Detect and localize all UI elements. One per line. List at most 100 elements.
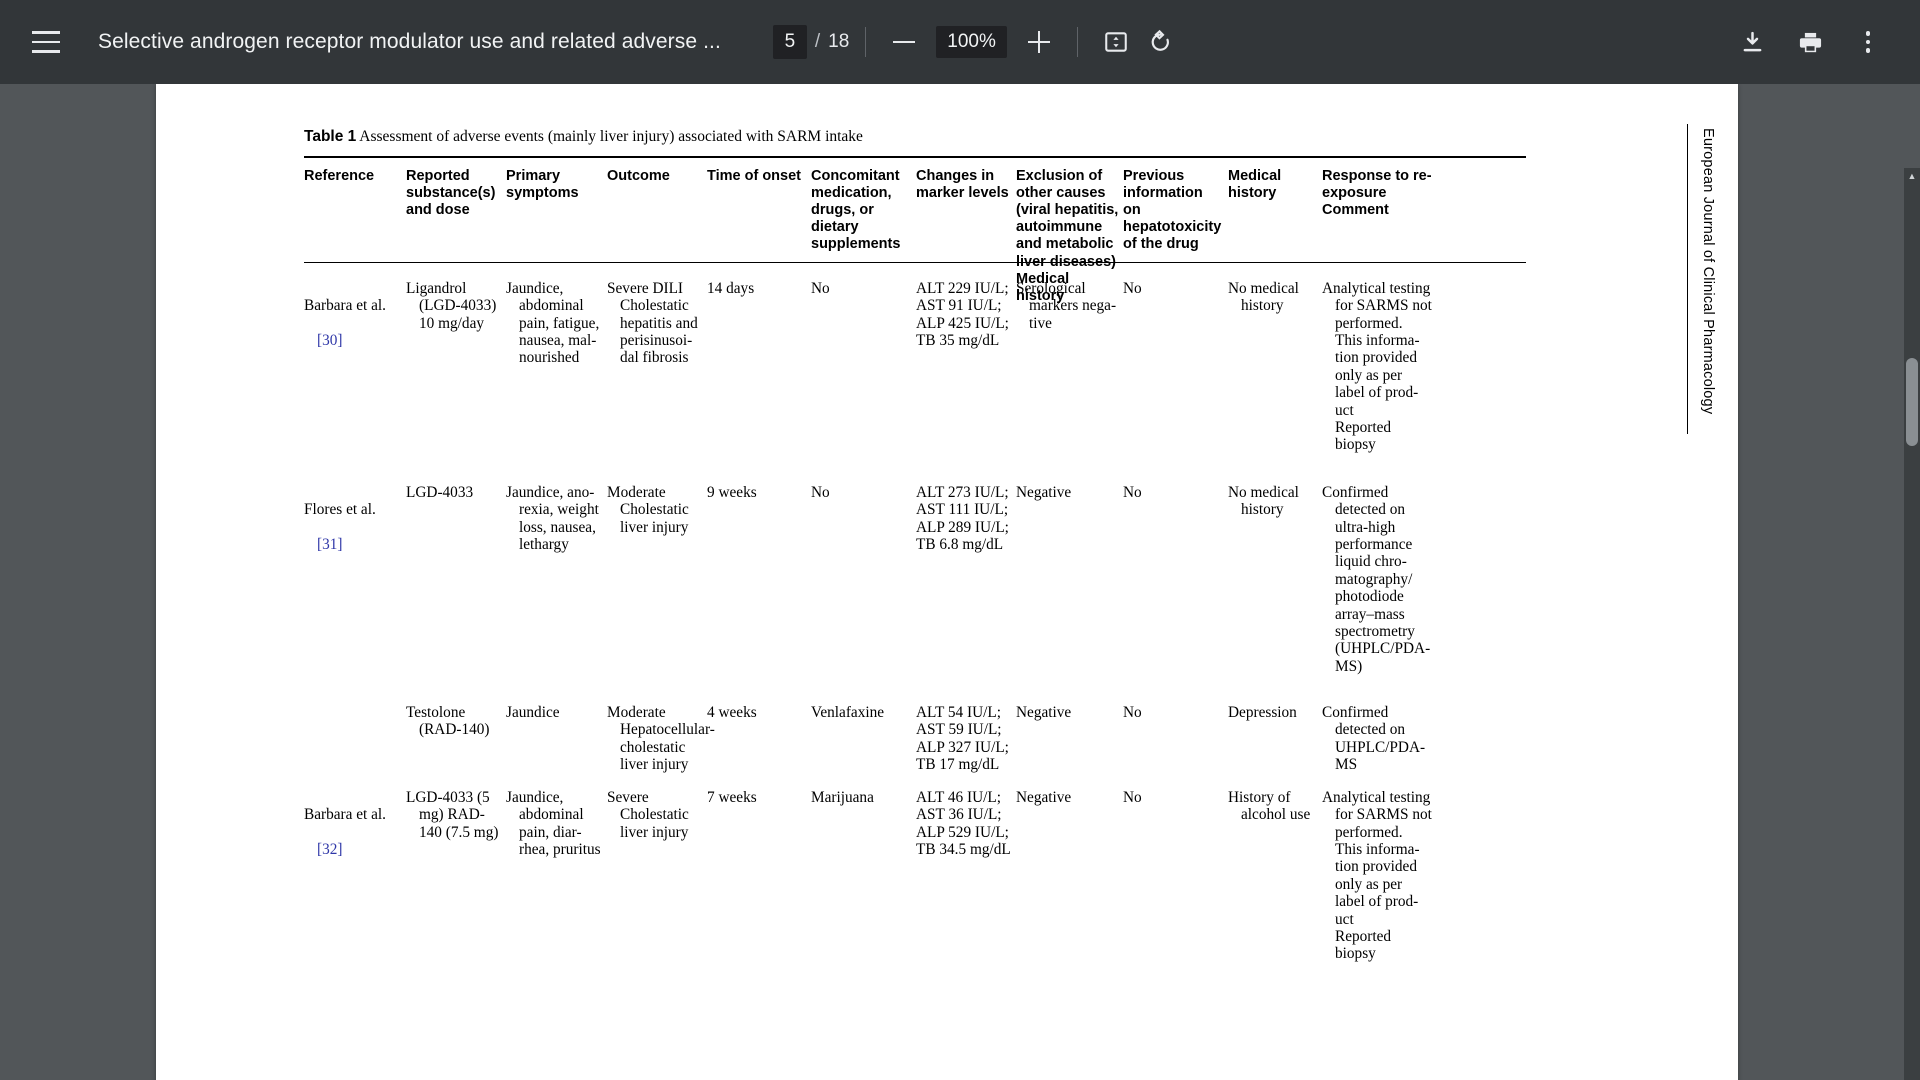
- download-button[interactable]: [1730, 20, 1774, 64]
- cell-exclusion: Serological markers nega-tive: [1016, 280, 1117, 332]
- cell-reference: [304, 704, 402, 773]
- rotate-button[interactable]: [1138, 20, 1182, 64]
- scrollbar-thumb[interactable]: [1906, 358, 1918, 446]
- table-row: Barbara et al. [30] Ligandrol (LGD-4033)…: [304, 280, 1526, 454]
- cell-exclusion: Negative: [1016, 484, 1072, 501]
- column-header-reference: Reference: [304, 168, 375, 184]
- column-header-concomitant: Concomitant medication, drugs, or dietar…: [811, 168, 901, 253]
- cell-medical-history: No medical history: [1228, 280, 1299, 315]
- cell-symptoms: Jaundice, abdominal pain, fatigue, nause…: [506, 280, 600, 367]
- toolbar-divider: [865, 27, 867, 57]
- cell-time-of-onset: 14 days: [707, 280, 755, 297]
- table-caption-text: Assessment of adverse events (mainly liv…: [359, 128, 863, 145]
- cell-reference: Barbara et al. [32]: [304, 789, 402, 963]
- cell-substance: Ligandrol (LGD-4033) 10 mg/day: [406, 280, 497, 332]
- cell-response: Analytical testing for SARMS not perform…: [1322, 280, 1432, 454]
- column-header-substance: Reported substance(s) and dose: [406, 168, 496, 219]
- cell-concomitant: Marijuana: [811, 789, 874, 806]
- cell-concomitant: No: [811, 484, 830, 501]
- download-icon: [1743, 31, 1761, 51]
- plus-icon: [1027, 31, 1050, 53]
- reference-citation-link[interactable]: [31]: [304, 536, 343, 553]
- rotate-clockwise-icon: [1151, 29, 1169, 51]
- more-options-button[interactable]: [1846, 20, 1890, 64]
- kebab-menu-icon: [1865, 31, 1871, 53]
- column-header-outcome: Outcome: [607, 168, 670, 184]
- cell-substance: Testolone (RAD-140): [406, 704, 490, 739]
- cell-markers: ALT 273 IU/L; AST 111 IU/L; ALP 289 IU/L…: [916, 484, 1009, 554]
- pdf-viewer-area: Table 1 Assessment of adverse events (ma…: [0, 84, 1920, 1080]
- hamburger-bar: [32, 50, 60, 53]
- journal-name-sidebar: European Journal of Clinical Pharmacolog…: [1700, 128, 1716, 415]
- column-header-symptoms: Primary symptoms: [506, 168, 579, 202]
- cell-markers: ALT 229 IU/L; AST 91 IU/L; ALP 425 IU/L;…: [916, 280, 1009, 350]
- toolbar-right-actions: [1730, 20, 1920, 64]
- fit-to-page-icon: [1105, 32, 1127, 52]
- journal-sidebar-rule: [1686, 124, 1688, 434]
- cell-previous-info: No: [1123, 280, 1142, 297]
- cell-symptoms: Jaundice, abdominal pain, diar-rhea, pru…: [506, 789, 601, 859]
- cell-symptoms: Jaundice, ano-rexia, weight loss, nausea…: [506, 484, 599, 554]
- table-row: Barbara et al. [32] LGD-4033 (5 mg) RAD-…: [304, 789, 1526, 963]
- kebab-dot: [1865, 31, 1871, 36]
- cell-time-of-onset: 4 weeks: [707, 704, 757, 721]
- zoom-in-button[interactable]: [1017, 20, 1061, 64]
- cell-previous-info: No: [1123, 484, 1142, 501]
- cell-time-of-onset: 7 weeks: [707, 789, 757, 806]
- cell-exclusion: Negative: [1016, 789, 1072, 806]
- cell-response: Confirmed detected on UHPLC/PDA-MS: [1322, 704, 1426, 774]
- cell-substance: LGD-4033: [406, 484, 474, 501]
- cell-symptoms: Jaundice: [506, 704, 560, 721]
- reference-author: Flores et al.: [304, 501, 376, 519]
- cell-concomitant: No: [811, 280, 830, 297]
- cell-medical-history: Depression: [1228, 704, 1297, 721]
- table-row: Flores et al. [31] LGD-4033 Jaundice, an…: [304, 484, 1526, 675]
- toolbar-divider: [1076, 27, 1078, 57]
- column-header-response: Response to re-exposure Comment: [1322, 168, 1432, 219]
- cell-previous-info: No: [1123, 789, 1142, 806]
- reference-citation-link[interactable]: [32]: [304, 841, 343, 858]
- cell-previous-info: No: [1123, 704, 1142, 721]
- column-header-markers: Changes in marker levels: [916, 168, 1009, 202]
- page-number-input[interactable]: [772, 25, 807, 59]
- cell-outcome: Moderate Hepatocellular-cholestatic live…: [607, 704, 715, 774]
- hamburger-bar: [32, 40, 60, 44]
- column-header-medical-history: Medical history: [1228, 168, 1282, 202]
- reference-citation-link[interactable]: [30]: [304, 332, 343, 349]
- column-header-time-of-onset: Time of onset: [707, 168, 801, 184]
- page-navigation: / 18: [772, 25, 849, 59]
- cell-medical-history: History of alcohol use: [1228, 789, 1311, 824]
- scroll-up-arrow[interactable]: ▲: [1904, 168, 1920, 184]
- cell-substance: LGD-4033 (5 mg) RAD-140 (7.5 mg): [406, 789, 499, 841]
- page-separator: /: [814, 31, 821, 52]
- cell-outcome: Moderate Cholestatic liver injury: [607, 484, 689, 536]
- cell-outcome: Severe DILI Cholestatic hepatitis and pe…: [607, 280, 698, 367]
- fit-to-page-button[interactable]: [1094, 20, 1138, 64]
- document-title: Selective androgen receptor modulator us…: [98, 30, 721, 53]
- table-caption: Table 1 Assessment of adverse events (ma…: [304, 128, 863, 146]
- minus-icon: [893, 40, 916, 44]
- table-label: Table 1: [304, 128, 357, 145]
- kebab-dot: [1865, 39, 1871, 45]
- cell-response: Confirmed detected on ultra-high perform…: [1322, 484, 1431, 675]
- print-button[interactable]: [1788, 20, 1832, 64]
- hamburger-bar: [32, 31, 60, 34]
- kebab-dot: [1865, 48, 1871, 53]
- print-icon: [1799, 32, 1821, 52]
- zoom-level-value[interactable]: 100%: [936, 26, 1007, 58]
- cell-time-of-onset: 9 weeks: [707, 484, 757, 501]
- cell-exclusion: Negative: [1016, 704, 1072, 721]
- column-header-previous-info: Previous information on hepatotoxicity o…: [1123, 168, 1222, 253]
- cell-concomitant: Venlafaxine: [811, 704, 885, 721]
- cell-outcome: Severe Cholestatic liver injury: [607, 789, 689, 841]
- pdf-page-5: Table 1 Assessment of adverse events (ma…: [156, 84, 1738, 1080]
- hamburger-menu-icon[interactable]: [22, 18, 70, 66]
- vertical-scrollbar[interactable]: ▲ ▼: [1904, 168, 1920, 1080]
- cell-markers: ALT 46 IU/L; AST 36 IU/L; ALP 529 IU/L; …: [916, 789, 1011, 859]
- pdf-viewer-toolbar: Selective androgen receptor modulator us…: [0, 0, 1920, 84]
- table-top-rule: [304, 156, 1526, 158]
- zoom-controls: 100%: [882, 20, 1061, 64]
- cell-reference: Barbara et al. [30]: [304, 280, 402, 454]
- zoom-out-button[interactable]: [882, 20, 926, 64]
- reference-author: Barbara et al.: [304, 297, 386, 315]
